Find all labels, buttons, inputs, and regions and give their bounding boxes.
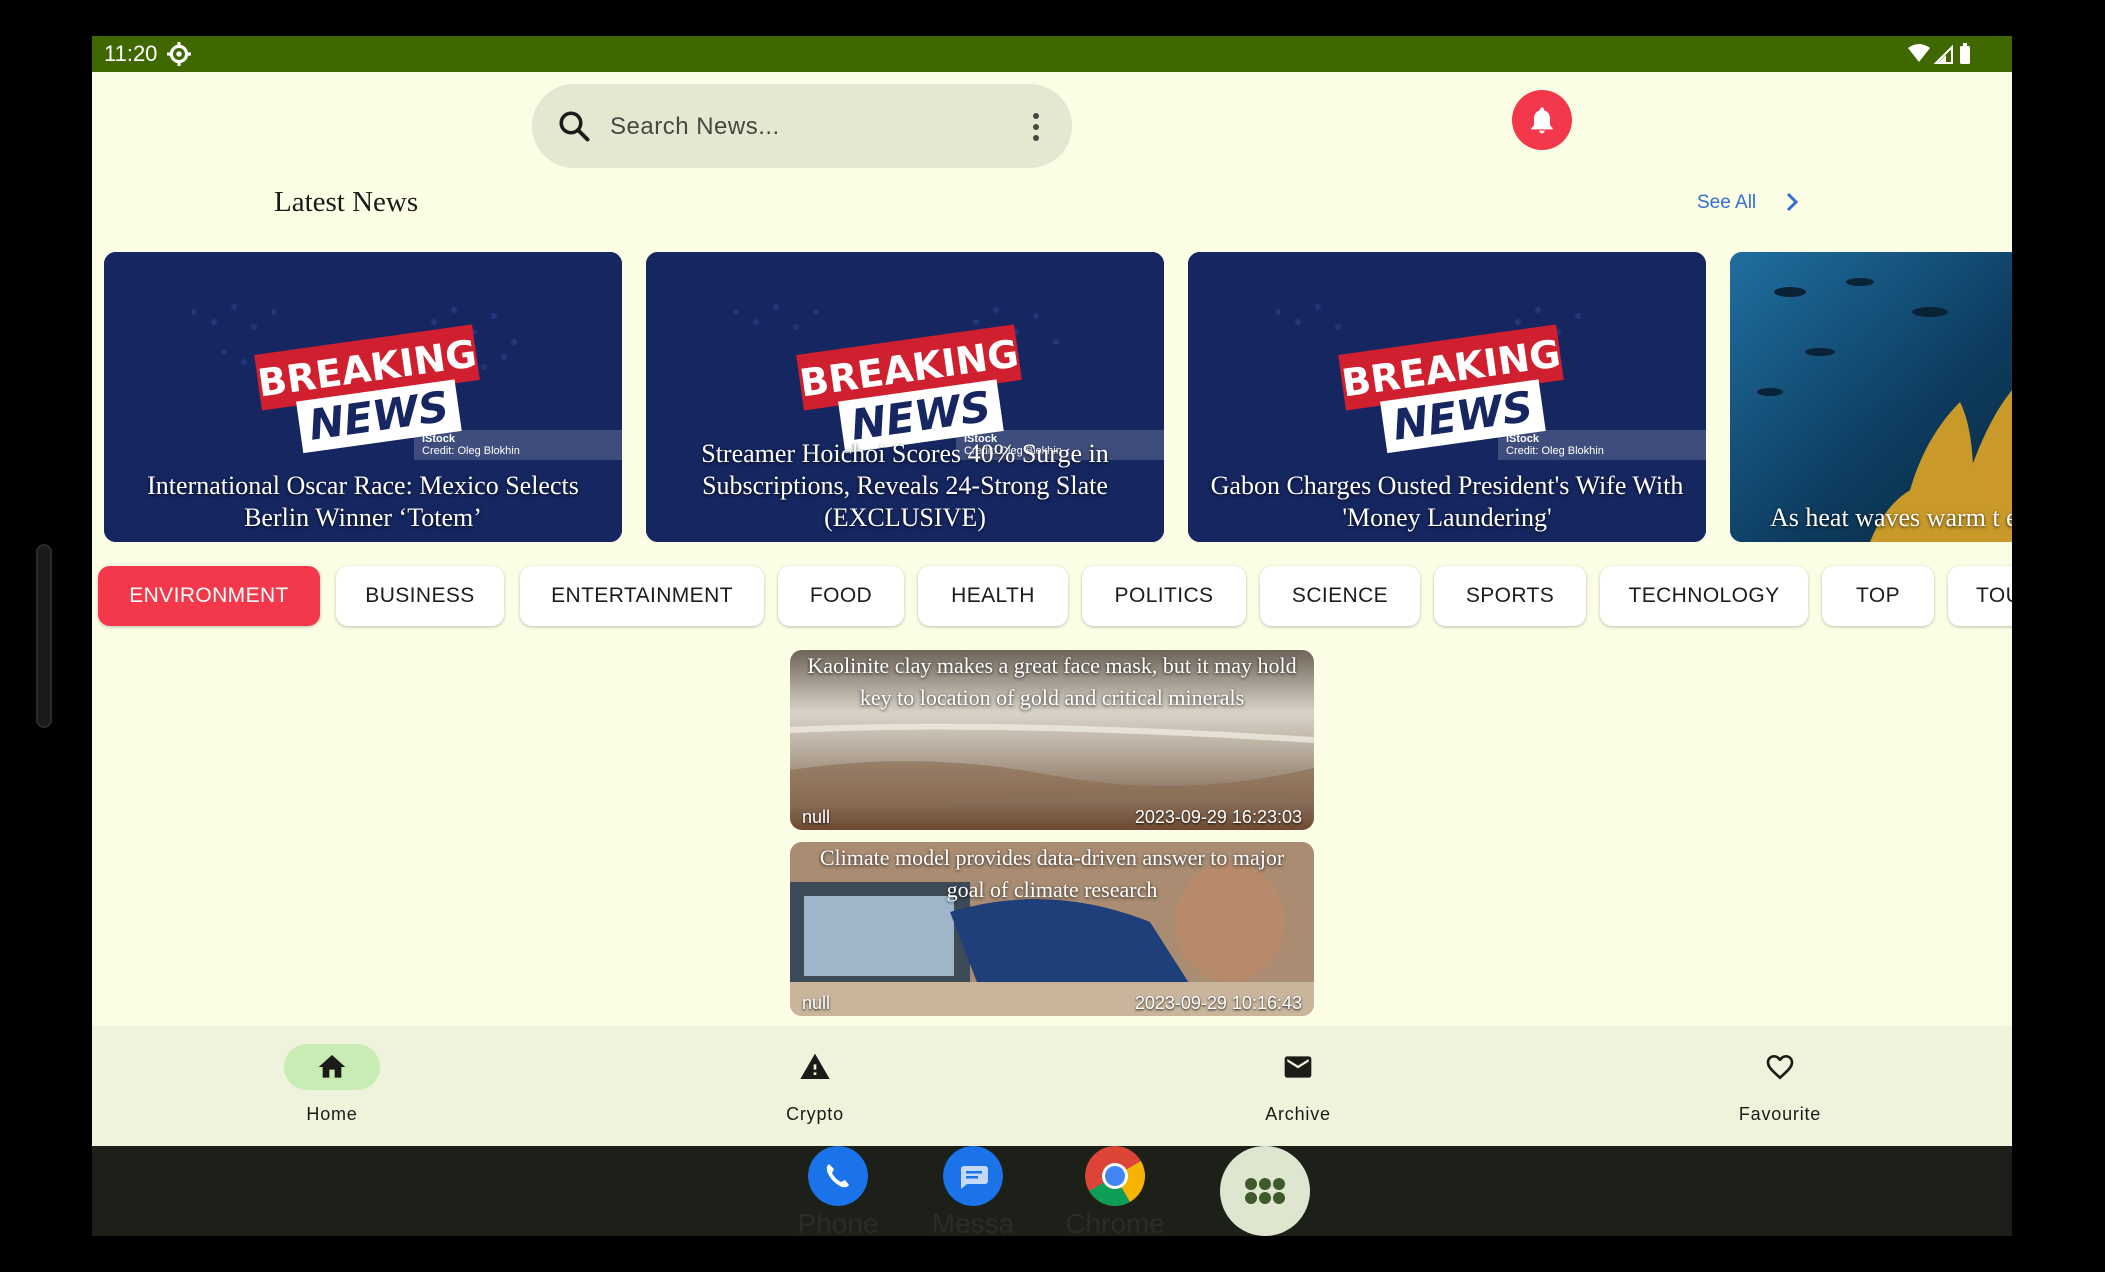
- warning-icon: [800, 1053, 830, 1079]
- news-date: 2023-09-29 10:16:43: [1134, 993, 1302, 1013]
- chip-health[interactable]: HEALTH: [918, 566, 1068, 626]
- status-bar: 11:20: [92, 36, 2012, 72]
- card-title: As heat waves warm t effects on marine l…: [1770, 503, 2012, 532]
- nav-label: Favourite: [1738, 1104, 1822, 1124]
- nav-label: Archive: [1265, 1104, 1331, 1124]
- battery-icon: [1960, 46, 1970, 64]
- dock-label: Chrome: [1065, 1208, 1165, 1236]
- chip-tourism[interactable]: TOU: [1948, 566, 2012, 626]
- latest-card[interactable]: BREAKING NEWS iStock Credit: Oleg Blokhin…: [646, 252, 1164, 542]
- news-date: 2023-09-29 16:23:03: [1134, 807, 1302, 827]
- nav-crypto[interactable]: Crypto: [695, 1026, 935, 1146]
- dock-label: Phone: [797, 1208, 879, 1236]
- see-all-link[interactable]: See All: [1697, 192, 1756, 214]
- chip-environment[interactable]: ENVIRONMENT: [98, 566, 320, 626]
- search-icon: [559, 111, 590, 142]
- chip-business[interactable]: BUSINESS: [336, 566, 504, 626]
- nav-label: Home: [306, 1104, 358, 1124]
- status-time: 11:20: [104, 41, 158, 66]
- image-credit: iStock Credit: Oleg Blokhin: [414, 430, 622, 460]
- more-vert-icon[interactable]: [1030, 110, 1042, 144]
- marine-life-image: [1730, 252, 2012, 542]
- app-screen: 11:20 Search News... Latest News See All…: [92, 36, 2012, 1236]
- notification-button[interactable]: [1512, 90, 1572, 150]
- chrome-icon: [1085, 1146, 1145, 1206]
- latest-card[interactable]: As heat waves warm t effects on marine l…: [1730, 252, 2012, 542]
- nav-home[interactable]: Home: [212, 1026, 452, 1146]
- wifi-icon: [1908, 44, 1930, 62]
- search-input[interactable]: [608, 106, 992, 148]
- card-title: Streamer Hoichoi Scores 40% Surge in Sub…: [701, 439, 1109, 532]
- card-title: International Oscar Race: Mexico Selects…: [147, 471, 579, 532]
- apps-grid-icon: [1245, 1178, 1285, 1204]
- latest-card[interactable]: BREAKING NEWS iStock Credit: Oleg Blokhin…: [1188, 252, 1706, 542]
- chip-sports[interactable]: SPORTS: [1434, 566, 1586, 626]
- news-source: null: [802, 807, 831, 827]
- chip-food[interactable]: FOOD: [778, 566, 904, 626]
- news-title: Climate model provides data-driven answe…: [819, 845, 1285, 902]
- side-button: [36, 544, 52, 728]
- section-title: Latest News: [274, 186, 419, 218]
- news-item[interactable]: Climate model provides data-driven answe…: [790, 842, 1314, 1016]
- chip-politics[interactable]: POLITICS: [1082, 566, 1246, 626]
- dock-app-phone[interactable]: Phone: [773, 1146, 903, 1236]
- news-title: Kaolinite clay makes a great face mask, …: [807, 653, 1297, 710]
- chip-science[interactable]: SCIENCE: [1260, 566, 1420, 626]
- chevron-right-icon[interactable]: [1780, 189, 1804, 215]
- heart-icon: [1766, 1055, 1794, 1080]
- bottom-navigation: Home Crypto Archive Favourite: [92, 1026, 2012, 1146]
- launcher-dock: Phone Messa Chrome: [92, 1146, 2012, 1236]
- messages-icon: [943, 1146, 1003, 1206]
- category-chips: ENVIRONMENT BUSINESS ENTERTAINMENT FOOD …: [98, 566, 2012, 628]
- home-icon: [318, 1055, 346, 1078]
- mail-icon: [1284, 1056, 1312, 1078]
- settings-gear-icon: [167, 42, 191, 66]
- dock-label: Messa: [931, 1208, 1015, 1236]
- bell-icon: [1531, 107, 1553, 134]
- chip-entertainment[interactable]: ENTERTAINMENT: [520, 566, 764, 626]
- nav-archive[interactable]: Archive: [1178, 1026, 1418, 1146]
- news-source: null: [802, 993, 831, 1013]
- app-drawer-button[interactable]: [1220, 1146, 1310, 1236]
- chip-top[interactable]: TOP: [1822, 566, 1934, 626]
- phone-icon: [808, 1146, 868, 1206]
- nav-label: Crypto: [786, 1104, 844, 1124]
- latest-card[interactable]: BREAKING NEWS iStock Credit: Oleg Blokhin…: [104, 252, 622, 542]
- search-bar[interactable]: [532, 84, 1072, 168]
- dock-app-messages[interactable]: Messa: [908, 1146, 1038, 1236]
- dock-app-chrome[interactable]: Chrome: [1050, 1146, 1180, 1236]
- news-item[interactable]: Kaolinite clay makes a great face mask, …: [790, 650, 1314, 830]
- image-credit: iStock Credit: Oleg Blokhin: [1498, 430, 1706, 460]
- chip-technology[interactable]: TECHNOLOGY: [1600, 566, 1808, 626]
- card-title: Gabon Charges Ousted President's Wife Wi…: [1210, 471, 1684, 532]
- latest-news-carousel[interactable]: BREAKING NEWS iStock Credit: Oleg Blokhin…: [104, 252, 2012, 542]
- nav-favourite[interactable]: Favourite: [1660, 1026, 1900, 1146]
- tablet-frame: 11:20 Search News... Latest News See All…: [0, 0, 2105, 1272]
- status-icons: [1908, 43, 1970, 64]
